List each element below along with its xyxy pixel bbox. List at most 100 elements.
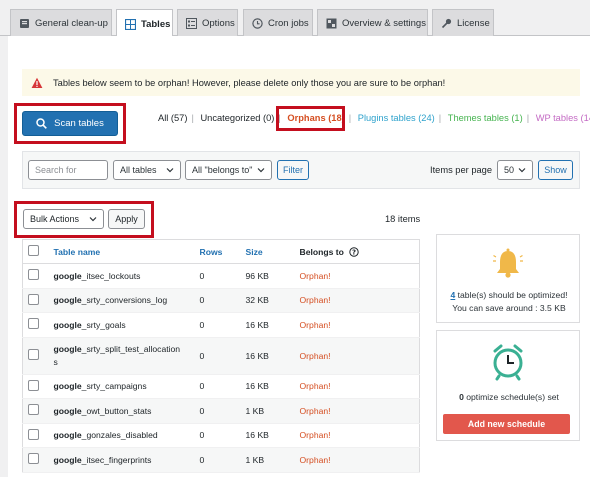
table-name-cell: google_srty_split_test_allocation s — [49, 337, 196, 375]
belongs-cell: Orphan! — [295, 263, 420, 289]
save-message: You can save around : 3.5 KB — [452, 303, 566, 313]
highlight-box-orphans — [276, 106, 345, 131]
table-row: google_srty_goals 0 16 KB Orphan! — [22, 312, 420, 338]
search-input[interactable]: Search for — [28, 160, 108, 180]
row-checkbox[interactable] — [28, 379, 39, 391]
items-per-page-select[interactable]: 50 — [497, 160, 533, 180]
optimize-message: 4 table(s) should be optimized! — [450, 290, 568, 300]
table-name-cell: google_gonzales_disabled — [49, 423, 196, 448]
add-new-schedule-button[interactable]: Add new schedule — [443, 414, 570, 434]
select-all-checkbox[interactable] — [28, 245, 39, 256]
table-filter-links: All (57) | Uncategorized (0) | Orphans (18… — [156, 113, 590, 123]
size-cell: 16 KB — [241, 423, 296, 448]
filter-themes[interactable]: Themes tables (1) — [448, 113, 523, 123]
row-checkbox[interactable] — [28, 349, 39, 360]
row-checkbox[interactable] — [28, 318, 39, 330]
orphan-warning-notice: Tables below seem to be orphan! However,… — [22, 69, 580, 96]
size-cell: 32 KB — [241, 288, 296, 313]
rows-cell: 0 — [195, 447, 242, 473]
row-checkbox[interactable] — [28, 453, 39, 465]
size-cell: 96 KB — [241, 263, 296, 289]
table-row: google_srty_conversions_log 0 32 KB Orph… — [22, 288, 420, 313]
warning-icon — [31, 77, 43, 88]
belongs-select-value: All "belongs to" — [192, 165, 253, 175]
chevron-down-icon — [166, 168, 174, 173]
filter-button[interactable]: Filter — [277, 160, 309, 180]
items-count: 18 items — [385, 214, 421, 224]
tab-label: General clean-up — [35, 18, 108, 29]
chevron-down-icon — [518, 168, 526, 173]
column-belongs-to: Belongs to ? — [295, 239, 420, 264]
tab-label: Tables — [141, 18, 171, 30]
svg-text:?: ? — [352, 248, 356, 256]
help-icon[interactable]: ? — [349, 246, 359, 257]
tab-tables[interactable]: Tables — [116, 9, 173, 38]
tab-options[interactable]: Options — [177, 9, 238, 37]
filter-wp[interactable]: WP tables (14) — [536, 113, 590, 123]
column-rows[interactable]: Rows — [195, 239, 242, 264]
table-row: google_owt_button_stats 0 1 KB Orphan! — [22, 398, 420, 424]
show-button[interactable]: Show — [538, 160, 573, 180]
belongs-cell: Orphan! — [295, 337, 420, 375]
table-row: google_itsec_fingerprints 0 1 KB Orphan! — [22, 447, 420, 473]
belongs-cell: Orphan! — [295, 447, 420, 473]
belongs-cell: Orphan! — [295, 312, 420, 338]
tab-cron-jobs[interactable]: Cron jobs — [243, 9, 313, 37]
table-name-cell: google_srty_goals — [49, 312, 196, 338]
belongs-cell: Orphan! — [295, 374, 420, 399]
tab-label: Options — [202, 18, 235, 29]
scan-tables-button[interactable]: Scan tables — [22, 111, 118, 136]
table-name-cell: google_srty_campaigns — [49, 374, 196, 399]
column-size[interactable]: Size — [241, 239, 296, 264]
tables-select-value: All tables — [120, 165, 157, 175]
table-name-cell: google_srty_conversions_log — [49, 288, 196, 313]
apply-button[interactable]: Apply — [108, 209, 145, 229]
tab-label: License — [457, 18, 490, 29]
bulk-actions-select[interactable]: Bulk Actions — [23, 209, 104, 229]
chevron-down-icon — [89, 217, 97, 222]
optimize-box: 4 table(s) should be optimized! You can … — [436, 234, 580, 323]
schedule-message: 0 optimize schedule(s) set — [459, 392, 559, 402]
table-name-cell: google_itsec_lockouts — [49, 263, 196, 289]
row-checkbox[interactable] — [28, 269, 39, 281]
key-icon — [441, 18, 452, 29]
size-cell: 16 KB — [241, 337, 296, 375]
items-per-page-label: Items per page — [430, 165, 493, 175]
tables-select[interactable]: All tables — [113, 160, 181, 180]
tab-license[interactable]: License — [432, 9, 494, 37]
rows-cell: 0 — [195, 263, 242, 289]
size-cell: 1 KB — [241, 398, 296, 424]
table-row: google_itsec_lockouts 0 96 KB Orphan! — [22, 263, 420, 289]
rows-cell: 0 — [195, 312, 242, 338]
filter-uncategorized[interactable]: Uncategorized (0) — [200, 113, 274, 123]
tab-general-clean-up[interactable]: General clean-up — [10, 9, 112, 37]
table-name-cell: google_owt_button_stats — [49, 398, 196, 424]
bell-icon — [493, 248, 523, 278]
table-icon — [125, 18, 136, 30]
tab-overview-settings[interactable]: Overview & settings — [317, 9, 428, 37]
list-icon — [186, 18, 197, 29]
size-cell: 16 KB — [241, 312, 296, 338]
belongs-cell: Orphan! — [295, 288, 420, 313]
row-checkbox[interactable] — [28, 404, 39, 416]
items-per-page-value: 50 — [504, 165, 515, 175]
filter-all[interactable]: All (57) — [158, 113, 187, 123]
tab-bar: General clean-up Tables Options Cron job… — [0, 0, 590, 38]
notice-text: Tables below seem to be orphan! However,… — [53, 77, 446, 88]
table-name-cell: google_itsec_fingerprints — [49, 447, 196, 473]
grid-icon — [326, 18, 337, 29]
alarm-clock-icon — [493, 344, 523, 381]
rows-cell: 0 — [195, 374, 242, 399]
rows-cell: 0 — [195, 423, 242, 448]
belongs-to-select[interactable]: All "belongs to" — [185, 160, 272, 180]
bulk-actions-value: Bulk Actions — [30, 214, 80, 224]
filter-plugins[interactable]: Plugins tables (24) — [358, 113, 435, 123]
clock-icon — [252, 18, 263, 29]
rows-cell: 0 — [195, 398, 242, 424]
rows-cell: 0 — [195, 337, 242, 375]
row-checkbox[interactable] — [28, 293, 39, 305]
column-table-name[interactable]: Table name — [49, 239, 196, 264]
row-checkbox[interactable] — [28, 428, 39, 440]
broom-icon — [19, 18, 30, 29]
belongs-to-label: Belongs to — [299, 246, 344, 257]
